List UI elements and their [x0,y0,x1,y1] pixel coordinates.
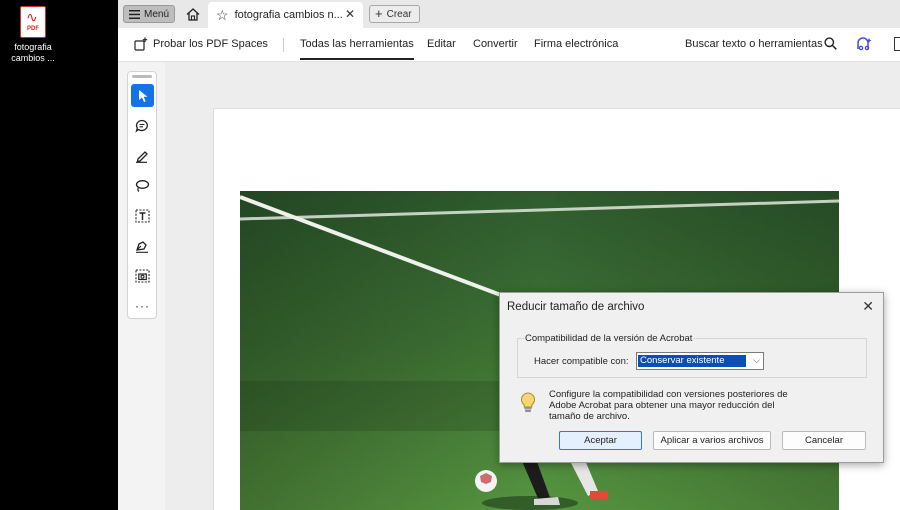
pen-icon [136,150,148,163]
text-box-icon [135,208,150,223]
menu-button[interactable]: Menú [123,5,175,23]
highlight-tool[interactable] [131,144,154,167]
tab-convert[interactable]: Convertir [473,38,518,50]
lightbulb-icon [520,392,536,417]
comment-icon [135,119,148,133]
spaces-icon [134,37,148,54]
sign-tool[interactable] [131,234,154,257]
tab-sign[interactable]: Firma electrónica [534,38,618,50]
star-icon[interactable]: ☆ [216,7,229,24]
hamburger-icon [129,9,140,19]
home-button[interactable] [184,5,202,23]
reduce-file-size-dialog: Reducir tamaño de archivo ✕ Compatibilid… [499,292,884,463]
quick-tools-panel: ··· [127,71,157,319]
panel-toggle-icon[interactable] [894,37,900,51]
comment-tool[interactable] [131,114,154,137]
tab-edit[interactable]: Editar [427,38,456,50]
chevron-down-icon[interactable]: ⌵ [753,355,760,366]
tab-bar: Menú ☆ fotografia cambios n... ✕ + Crear [118,0,900,28]
compatibility-group-label: Compatibilidad de la versión de Acrobat [524,333,694,344]
home-icon [186,7,200,21]
pdf-tag: PDF [27,26,39,32]
pdf-file-icon: ∿ PDF [20,6,46,38]
fill-sign-icon [136,240,148,253]
main-toolbar: Probar los PDF Spaces Todas las herramie… [118,28,900,62]
desktop: ∿ PDF fotografia cambios ... [0,0,118,510]
dialog-title: Reducir tamaño de archivo [507,301,645,313]
more-tools-icon[interactable]: ··· [131,294,154,317]
accept-button[interactable]: Aceptar [559,431,642,450]
desktop-file-pdf[interactable]: ∿ PDF fotografia cambios ... [6,6,60,64]
try-pdf-spaces-link[interactable]: Probar los PDF Spaces [153,38,268,50]
compatible-with-label: Hacer compatible con: [534,356,629,367]
lasso-icon [135,179,150,192]
compatibility-selected-value: Conservar existente [638,355,746,367]
search-icon[interactable] [824,37,837,53]
apply-multiple-files-button[interactable]: Aplicar a varios archivos [653,431,771,450]
draw-tool[interactable] [131,174,154,197]
search-tools-label[interactable]: Buscar texto o herramientas [685,38,823,50]
compatibility-dropdown[interactable]: Conservar existente ⌵ [636,352,764,370]
select-tool[interactable] [131,84,154,107]
acrobat-window: Menú ☆ fotografia cambios n... ✕ + Crear… [118,0,900,510]
dialog-close-icon[interactable]: ✕ [862,298,874,315]
cursor-icon [138,89,147,102]
screenshot-tool[interactable] [131,264,154,287]
cancel-button[interactable]: Cancelar [782,431,866,450]
panel-grip[interactable] [132,75,152,78]
acrobat-swirl-icon: ∿ [26,9,38,25]
plus-icon: + [375,6,383,21]
toolbar-divider [283,38,284,52]
tab-document[interactable]: ☆ fotografia cambios n... ✕ [208,2,363,28]
close-tab-icon[interactable]: ✕ [345,7,355,21]
compatibility-info-text: Configure la compatibilidad con versione… [549,389,788,422]
text-tool[interactable] [131,204,154,227]
create-label: Crear [386,8,412,20]
tab-title: fotografia cambios n... [234,9,343,21]
create-button[interactable]: + Crear [369,5,420,23]
camera-icon [135,268,150,283]
tab-all-tools[interactable]: Todas las herramientas [300,38,414,60]
desktop-file-name: fotografia cambios ... [11,42,55,63]
ai-assistant-icon[interactable] [856,37,872,54]
menu-label: Menú [144,8,170,20]
